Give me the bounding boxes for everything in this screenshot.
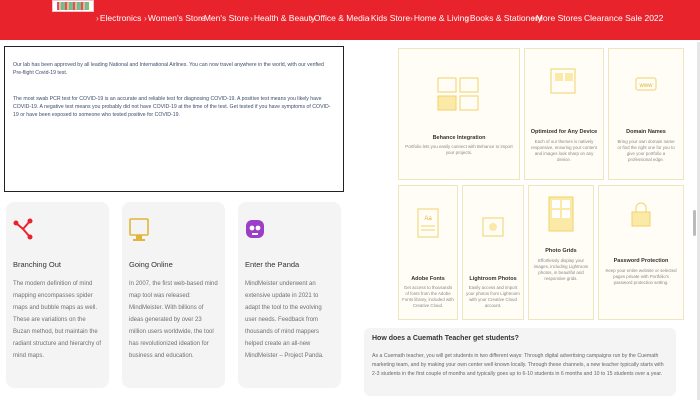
info-card-branching: Branching Out The modern definition of m…: [6, 202, 109, 388]
card-body: In 2007, the first web-based mind map to…: [129, 281, 218, 359]
feature-title: Lightroom Photos: [469, 276, 517, 282]
feature-card: Lightroom Photos Easily access and impor…: [462, 185, 524, 320]
nav-books-stationery[interactable]: Books & Stationery: [466, 13, 542, 23]
feature-desc: Bring your own domain name or find the r…: [617, 139, 675, 162]
card-body: MindMeister underwent an extensive updat…: [245, 281, 324, 359]
covid-paragraph-2: The most swab PCR test for COVID-19 is a…: [13, 96, 331, 118]
feature-title: Behance Integration: [432, 135, 486, 141]
panda-icon: [245, 218, 265, 245]
monitor-icon: [129, 218, 149, 247]
behance-icon: [437, 77, 481, 118]
nav-womens-store[interactable]: Women's Store: [144, 13, 206, 23]
svg-text:www: www: [639, 83, 654, 89]
nav-office-media[interactable]: Office & Media: [310, 13, 370, 23]
faq-question[interactable]: How does a Cuemath Teacher get students?: [372, 335, 668, 342]
faq-answer: As a Cuemath teacher, you will get stude…: [372, 353, 664, 377]
feature-desc: Easily access and import your photos fro…: [466, 285, 520, 308]
feature-title: Adobe Fonts: [411, 276, 445, 282]
nav-health-beauty[interactable]: Health & Beauty: [250, 13, 315, 23]
feature-desc: Portfolio lets you easily connect with B…: [405, 144, 513, 155]
feature-card: Optimized for Any Device Each of our the…: [524, 48, 604, 180]
branch-icon: [13, 218, 33, 245]
grid-scroll-thumb[interactable]: [693, 210, 696, 236]
card-title: Enter the Panda: [245, 260, 300, 269]
top-nav: Electronics Women's Store Men's Store He…: [0, 0, 700, 40]
feature-card: Password Protection Keep your entire web…: [598, 185, 684, 320]
faq-card: How does a Cuemath Teacher get students?…: [364, 328, 676, 396]
nav-kids-store[interactable]: Kids Store: [367, 13, 410, 23]
fonts-icon: Aa: [417, 208, 439, 243]
feature-title: Password Protection: [613, 258, 669, 264]
nav-more-stores[interactable]: More Stores: [532, 13, 582, 23]
covid-info-box: Our lab has been approved by all leading…: [4, 46, 344, 192]
devices-icon: [549, 67, 579, 102]
card-body: The modern definition of mind mapping en…: [13, 281, 102, 359]
feature-title: Photo Grids: [545, 248, 577, 254]
feature-card: Aa Adobe Fonts Get access to thousands o…: [398, 185, 458, 320]
svg-text:Aa: Aa: [424, 216, 432, 222]
info-card-panda: Enter the Panda MindMeister underwent an…: [238, 202, 341, 388]
feature-desc: Get access to thousands of fonts from th…: [402, 285, 454, 308]
feature-desc: Each of our themes is natively responsiv…: [531, 139, 597, 162]
covid-paragraph-1: Our lab has been approved by all leading…: [13, 62, 324, 76]
grid-icon: [548, 196, 574, 237]
card-title: Going Online: [129, 260, 173, 269]
nav-mens-store[interactable]: Men's Store: [200, 13, 249, 23]
nav-home-living[interactable]: Home & Living: [410, 13, 469, 23]
nav-clearance-sale[interactable]: Clearance Sale 2022: [584, 13, 663, 23]
feature-card: Behance Integration Portfolio lets you e…: [398, 48, 520, 180]
lightroom-icon: [482, 214, 504, 243]
feature-title: Optimized for Any Device: [530, 129, 598, 135]
features-grid: Behance Integration Portfolio lets you e…: [350, 42, 695, 322]
feature-card: Photo Grids Effortlessly display your im…: [528, 185, 594, 320]
domain-icon: www: [635, 77, 657, 96]
page: Electronics Women's Store Men's Store He…: [0, 0, 700, 400]
nav-electronics[interactable]: Electronics: [96, 13, 142, 23]
feature-card: www Domain Names Bring your own domain n…: [608, 48, 684, 180]
password-icon: [630, 200, 652, 233]
feature-title: Domain Names: [626, 129, 666, 135]
store-logo[interactable]: [52, 0, 94, 12]
feature-desc: Effortlessly display your images, includ…: [533, 258, 589, 281]
card-title: Branching Out: [13, 260, 61, 269]
info-card-online: Going Online In 2007, the first web-base…: [122, 202, 225, 388]
feature-desc: Keep your entire website or selected pag…: [605, 268, 677, 285]
